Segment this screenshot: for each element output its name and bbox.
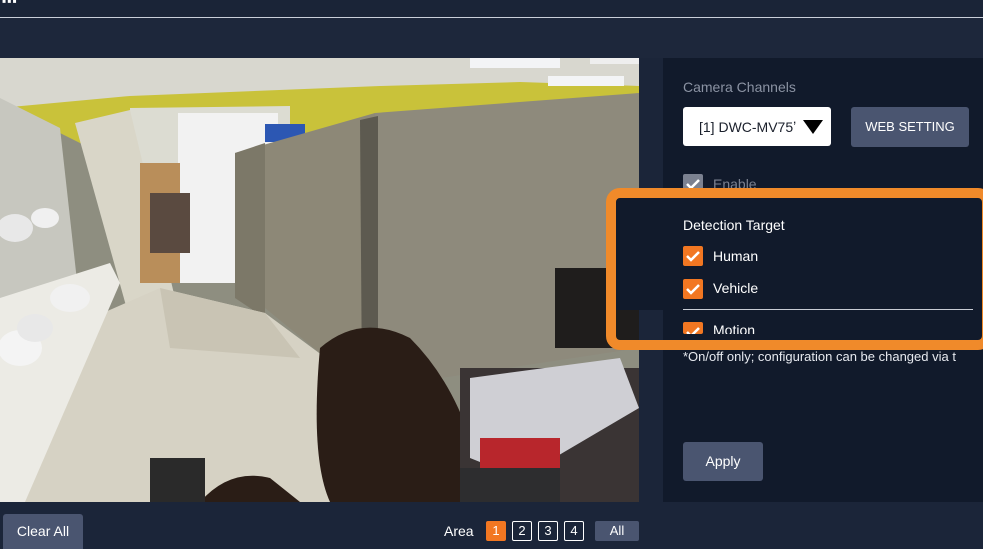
area-3-button[interactable]: 3 bbox=[538, 521, 558, 541]
camera-channel-value: [1] DWC-MV75ʼ bbox=[699, 119, 797, 135]
menu-dots-icon[interactable]: ▪▪▪ bbox=[2, 0, 18, 8]
check-icon bbox=[686, 179, 700, 190]
detection-target-label: Detection Target bbox=[683, 217, 785, 233]
motion-label: Motion bbox=[713, 323, 756, 334]
apply-button[interactable]: Apply bbox=[683, 442, 763, 481]
area-label: Area bbox=[444, 523, 474, 539]
vehicle-checkbox[interactable] bbox=[683, 279, 703, 299]
camera-channels-label: Camera Channels bbox=[683, 79, 796, 95]
clear-all-button[interactable]: Clear All bbox=[3, 514, 83, 549]
human-label: Human bbox=[713, 248, 759, 264]
top-bar bbox=[0, 0, 983, 17]
enable-label: Enable bbox=[713, 176, 757, 192]
web-setting-button[interactable]: WEB SETTING bbox=[851, 107, 969, 147]
camera-channel-select[interactable]: [1] DWC-MV75ʼ bbox=[683, 107, 831, 146]
configuration-note: *On/off only; configuration can be chang… bbox=[683, 349, 956, 364]
vehicle-label: Vehicle bbox=[713, 280, 759, 296]
section-divider bbox=[683, 309, 973, 310]
check-icon bbox=[686, 327, 700, 334]
check-icon bbox=[686, 284, 700, 295]
area-1-button[interactable]: 1 bbox=[486, 521, 506, 541]
human-checkbox[interactable] bbox=[683, 246, 703, 266]
camera-image bbox=[0, 58, 639, 502]
area-2-button[interactable]: 2 bbox=[512, 521, 532, 541]
sub-header-strip bbox=[0, 18, 983, 58]
camera-live-view[interactable] bbox=[0, 58, 639, 502]
enable-checkbox[interactable] bbox=[683, 174, 703, 194]
dropdown-arrow-icon bbox=[803, 120, 823, 134]
check-icon bbox=[686, 251, 700, 262]
highlight-backdrop bbox=[616, 198, 973, 310]
area-4-button[interactable]: 4 bbox=[564, 521, 584, 541]
motion-checkbox[interactable] bbox=[683, 322, 703, 334]
all-areas-button[interactable]: All bbox=[595, 521, 639, 541]
